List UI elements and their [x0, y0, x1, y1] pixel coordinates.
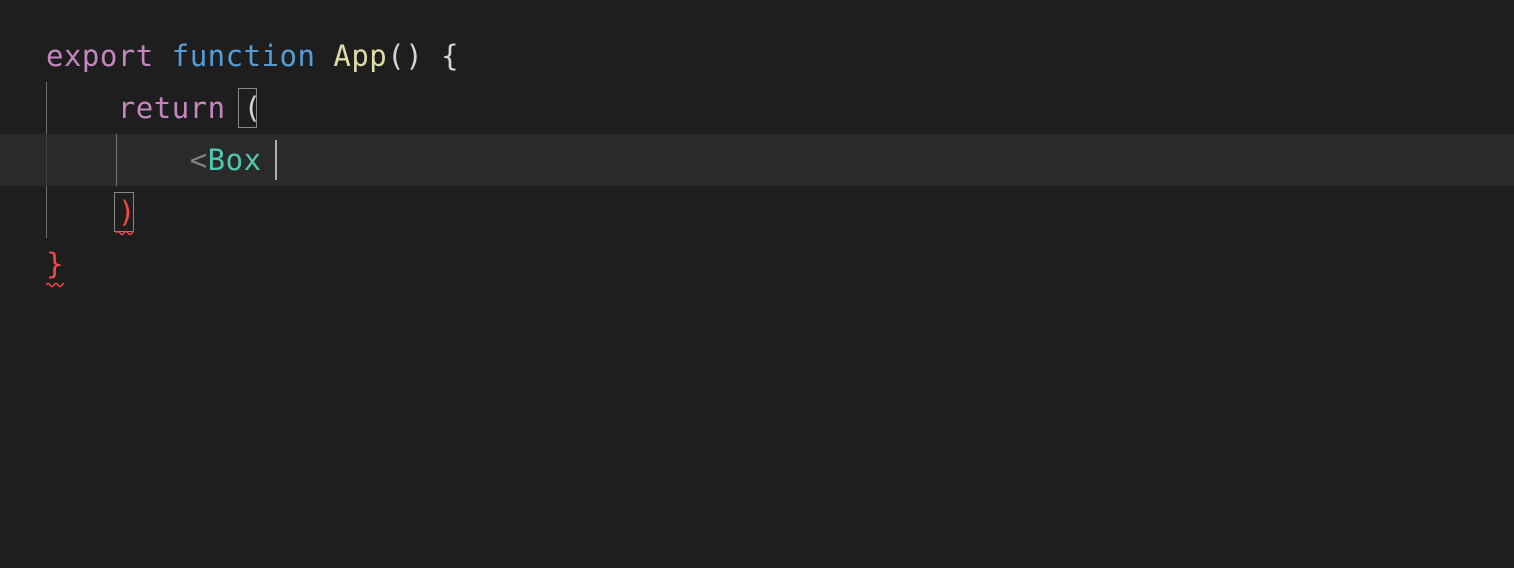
- code-line[interactable]: ): [0, 186, 1514, 238]
- token-punct: [315, 39, 333, 73]
- code-line[interactable]: }: [0, 238, 1514, 290]
- indent-guide: [46, 186, 47, 238]
- code-editor[interactable]: export function App() { return ( <Box )}: [0, 0, 1514, 568]
- token-error: }: [46, 247, 64, 281]
- token-fn-name: App: [333, 39, 387, 73]
- token-kw-return: return: [118, 91, 226, 125]
- token-kw-export: export: [46, 39, 154, 73]
- token-punct: [154, 39, 172, 73]
- code-line[interactable]: export function App() {: [0, 30, 1514, 82]
- indent-guide: [46, 82, 47, 134]
- token-error: ): [118, 195, 136, 229]
- token-punct: [262, 143, 280, 177]
- token-punct: [46, 91, 118, 125]
- error-squiggle-icon: [116, 230, 134, 236]
- token-jsx-angle: <: [190, 143, 208, 177]
- token-punct: {: [441, 39, 459, 73]
- code-line[interactable]: <Box: [0, 134, 1514, 186]
- text-cursor: [275, 140, 277, 180]
- token-punct: [46, 195, 118, 229]
- indent-guide: [116, 134, 117, 186]
- token-punct: (): [387, 39, 423, 73]
- token-punct: [46, 143, 190, 177]
- token-jsx-name: Box: [208, 143, 262, 177]
- token-punct: (: [244, 91, 262, 125]
- error-squiggle-icon: [46, 282, 64, 288]
- token-kw-function: function: [172, 39, 316, 73]
- code-line[interactable]: return (: [0, 82, 1514, 134]
- indent-guide: [46, 134, 47, 186]
- token-punct: [226, 91, 244, 125]
- token-punct: [423, 39, 441, 73]
